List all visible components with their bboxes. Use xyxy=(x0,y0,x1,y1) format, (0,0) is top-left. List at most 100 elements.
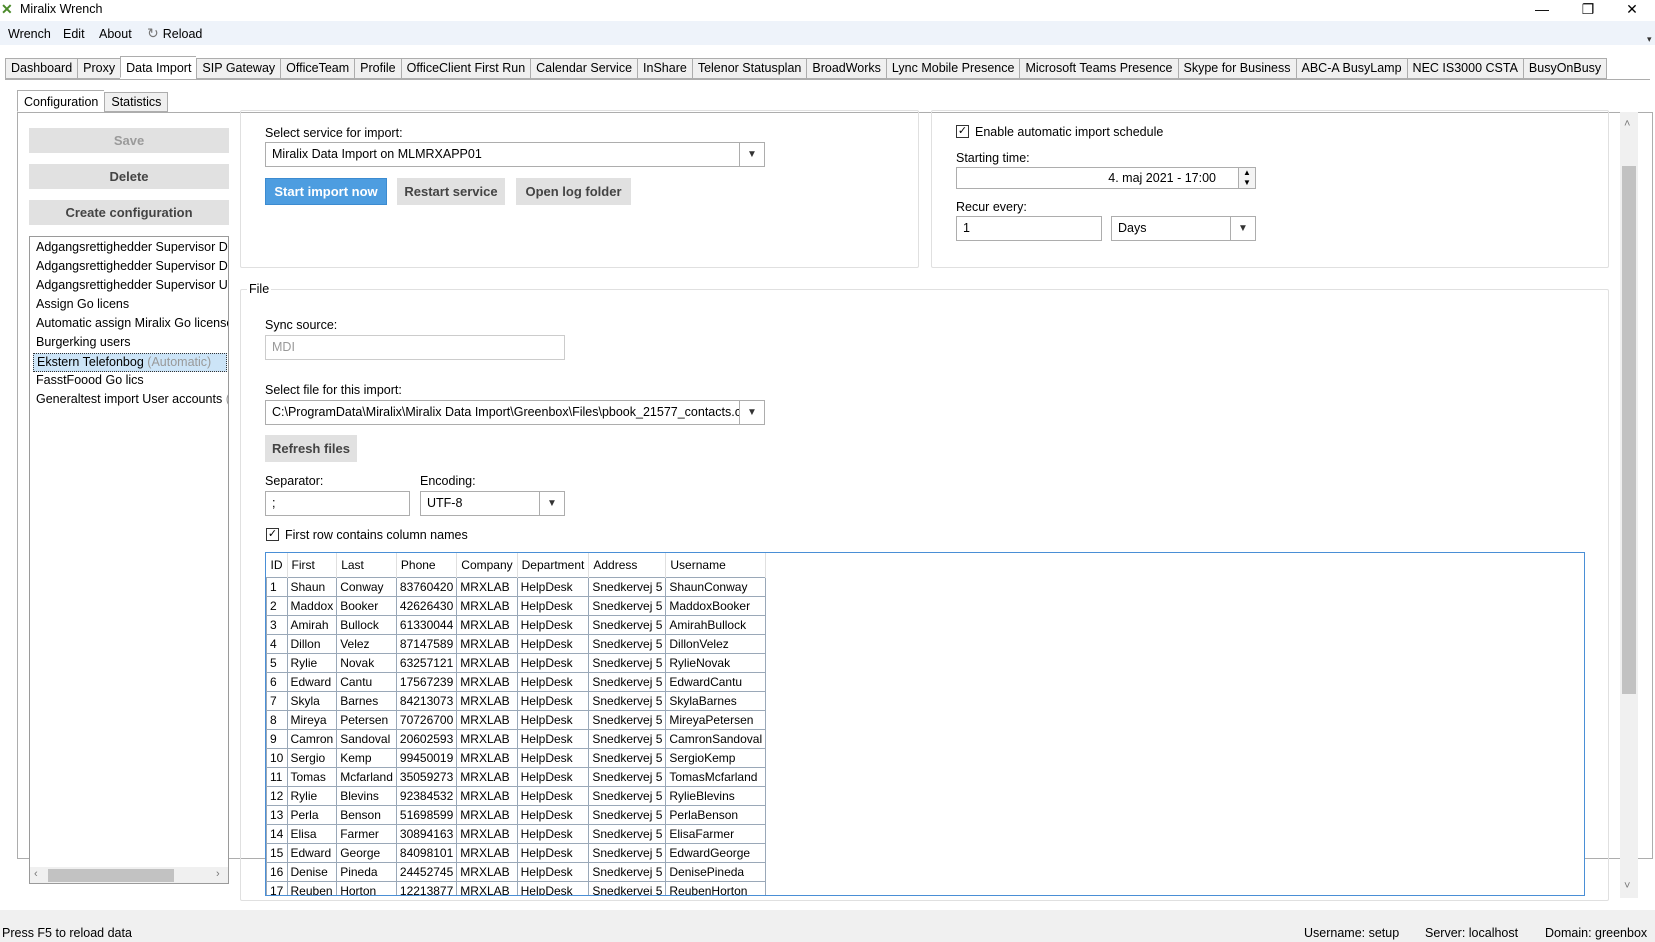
table-row[interactable]: 1 Shaun Conway 83760420 MRXLAB HelpDesk Snedke… xyxy=(266,576,767,597)
encoding-select[interactable]: UTF-8 ▼ xyxy=(420,491,565,516)
column-header[interactable]: First xyxy=(287,553,338,577)
table-row[interactable]: 7 Skyla Barnes 84213073 MRXLAB HelpDesk Snedke… xyxy=(266,690,767,711)
tab-lync-mobile-presence[interactable]: Lync Mobile Presence xyxy=(885,58,1020,79)
menu-wrench[interactable]: Wrench xyxy=(8,27,51,41)
table-row[interactable]: 14 Elisa Farmer 30894163 MRXLAB HelpDesk Snedk… xyxy=(266,823,767,844)
column-header[interactable]: Phone xyxy=(396,553,458,577)
tab-busyonbusy[interactable]: BusyOnBusy xyxy=(1522,58,1608,79)
config-list-item[interactable]: Adgangsrettighedder Supervisor DE xyxy=(36,240,228,254)
scroll-left-icon[interactable]: ‹ xyxy=(34,868,38,880)
config-list-item[interactable]: Generaltest import User accounts (A xyxy=(36,392,228,406)
tab-profile[interactable]: Profile xyxy=(354,58,401,79)
config-list-item[interactable]: Assign Go licens xyxy=(36,297,129,311)
table-row[interactable]: 2 Maddox Booker 42626430 MRXLAB HelpDesk Snedk… xyxy=(266,595,767,616)
time-spinner[interactable]: ▲ ▼ xyxy=(1238,167,1256,189)
config-list-item[interactable]: Adgangsrettighedder Supervisor UK xyxy=(36,278,228,292)
data-preview-table[interactable]: ID First Last Phone Company Department Address… xyxy=(265,552,1585,896)
table-row[interactable]: 8 Mireya Petersen 70726700 MRXLAB HelpDesk Sne… xyxy=(266,709,767,730)
config-list-item[interactable]: Ekstern Telefonbog (Automatic) xyxy=(33,353,227,372)
configuration-list[interactable]: Adgangsrettighedder Supervisor DE Adgangs… xyxy=(29,236,229,884)
table-row[interactable]: 12 Rylie Blevins 92384532 MRXLAB HelpDesk Sned… xyxy=(266,785,767,806)
tab-broadworks[interactable]: BroadWorks xyxy=(806,58,886,79)
table-cell: 12213877 xyxy=(395,880,458,895)
close-button[interactable]: ✕ xyxy=(1609,0,1655,20)
column-header[interactable]: Department xyxy=(517,553,590,577)
tab-statistics[interactable]: Statistics xyxy=(104,92,169,112)
table-cell: Elisa xyxy=(286,823,338,844)
column-header[interactable]: Last xyxy=(336,553,397,577)
chevron-down-icon: ▼ xyxy=(739,143,764,166)
table-cell: HelpDesk xyxy=(516,671,590,692)
column-header[interactable]: ID xyxy=(266,553,288,577)
table-cell: MRXLAB xyxy=(456,785,518,806)
delete-button[interactable]: Delete xyxy=(29,164,229,189)
sync-source-input[interactable]: MDI xyxy=(265,335,565,360)
separator-input[interactable]: ; xyxy=(265,491,410,516)
table-row[interactable]: 4 Dillon Velez 87147589 MRXLAB HelpDesk Snedke… xyxy=(266,633,767,654)
tab-officeteam[interactable]: OfficeTeam xyxy=(280,58,355,79)
table-row[interactable]: 6 Edward Cantu 17567239 MRXLAB HelpDesk Snedke… xyxy=(266,671,767,692)
reload-button[interactable]: ↻ Reload xyxy=(147,25,202,42)
column-header[interactable]: Username xyxy=(665,553,767,577)
config-list-item[interactable]: Automatic assign Miralix Go licenses xyxy=(36,316,228,330)
scroll-up-icon[interactable]: ˄ xyxy=(1624,118,1630,130)
menu-edit[interactable]: Edit xyxy=(63,27,85,41)
table-cell: Benson xyxy=(336,804,397,825)
tab-officeclient-first-run[interactable]: OfficeClient First Run xyxy=(400,58,531,79)
table-row[interactable]: 5 Rylie Novak 63257121 MRXLAB HelpDesk Snedker… xyxy=(266,652,767,673)
column-header[interactable]: Company xyxy=(456,553,518,577)
config-list-item[interactable]: FasstFoood Go lics xyxy=(36,373,144,387)
tab-calendar-service[interactable]: Calendar Service xyxy=(530,58,638,79)
restart-service-button[interactable]: Restart service xyxy=(397,178,505,205)
menu-about[interactable]: About xyxy=(99,27,132,41)
tab-microsoft-teams-presence[interactable]: Microsoft Teams Presence xyxy=(1019,58,1178,79)
minimize-button[interactable]: — xyxy=(1519,0,1565,20)
tab-sip-gateway[interactable]: SIP Gateway xyxy=(196,58,281,79)
table-row[interactable]: 13 Perla Benson 51698599 MRXLAB HelpDesk Snedk… xyxy=(266,804,767,825)
tab-skype-for-business[interactable]: Skype for Business xyxy=(1177,58,1296,79)
starting-time-picker[interactable]: 4. maj 2021 - 17:00 xyxy=(956,167,1239,189)
start-import-button[interactable]: Start import now xyxy=(265,178,387,205)
table-row[interactable]: 9 Camron Sandoval 20602593 MRXLAB HelpDesk Sne… xyxy=(266,728,767,749)
table-row[interactable]: 3 Amirah Bullock 61330044 MRXLAB HelpDesk Sned… xyxy=(266,614,767,635)
tab-inshare[interactable]: InShare xyxy=(637,58,692,79)
sub-tab-strip: Configuration Statistics xyxy=(17,90,169,112)
table-row[interactable]: 17 Reuben Horton 12213877 MRXLAB HelpDesk Sned… xyxy=(266,880,767,895)
open-log-folder-button[interactable]: Open log folder xyxy=(516,178,631,205)
tab-nec-is3000-csta[interactable]: NEC IS3000 CSTA xyxy=(1406,58,1523,79)
first-row-checkbox[interactable]: ✓ xyxy=(266,528,279,541)
service-select[interactable]: Miralix Data Import on MLMRXAPP01 ▼ xyxy=(265,142,765,167)
tab-abc-a-busylamp[interactable]: ABC-A BusyLamp xyxy=(1295,58,1407,79)
table-row[interactable]: 16 Denise Pineda 24452745 MRXLAB HelpDesk Sned… xyxy=(266,861,767,882)
tab-proxy[interactable]: Proxy xyxy=(77,58,121,79)
table-cell: Reuben xyxy=(286,880,338,895)
save-button[interactable]: Save xyxy=(29,128,229,153)
table-cell: 63257121 xyxy=(395,652,458,673)
scroll-down-icon[interactable]: ˅ xyxy=(1624,880,1630,892)
create-configuration-button[interactable]: Create configuration xyxy=(29,200,229,225)
hscroll-thumb[interactable] xyxy=(48,869,174,882)
config-list-item[interactable]: Burgerking users xyxy=(36,335,131,349)
config-list-item[interactable]: Adgangsrettighedder Supervisor DK xyxy=(36,259,228,273)
service-value: Miralix Data Import on MLMRXAPP01 xyxy=(272,147,482,161)
tab-dashboard[interactable]: Dashboard xyxy=(5,58,78,79)
table-row[interactable]: 11 Tomas Mcfarland 35059273 MRXLAB HelpDesk Sn… xyxy=(266,766,767,787)
recur-unit-select[interactable]: Days ▼ xyxy=(1111,216,1256,241)
table-row[interactable]: 15 Edward George 84098101 MRXLAB HelpDesk Sned… xyxy=(266,842,767,863)
tab-configuration[interactable]: Configuration xyxy=(17,90,105,112)
tab-data-import[interactable]: Data Import xyxy=(120,56,197,78)
column-header[interactable]: Address xyxy=(588,553,667,577)
tab-telenor-statusplan[interactable]: Telenor Statusplan xyxy=(691,58,807,79)
file-select[interactable]: C:\ProgramData\Miralix\Miralix Data Impo… xyxy=(265,400,765,425)
table-cell: Novak xyxy=(336,652,397,673)
restore-button[interactable]: ❐ xyxy=(1565,0,1611,20)
table-row[interactable]: 10 Sergio Kemp 99450019 MRXLAB HelpDesk Snedke… xyxy=(266,747,767,768)
table-cell: HelpDesk xyxy=(516,595,590,616)
refresh-files-button[interactable]: Refresh files xyxy=(265,435,357,462)
recur-input[interactable]: 1 xyxy=(956,216,1102,241)
enable-schedule-checkbox[interactable]: ✓ xyxy=(956,125,969,138)
scroll-right-icon[interactable]: › xyxy=(216,868,220,880)
menu-overflow-icon[interactable]: ▾ xyxy=(1647,34,1652,45)
vscroll-thumb[interactable] xyxy=(1622,166,1636,694)
config-name: Burgerking users xyxy=(36,335,131,349)
